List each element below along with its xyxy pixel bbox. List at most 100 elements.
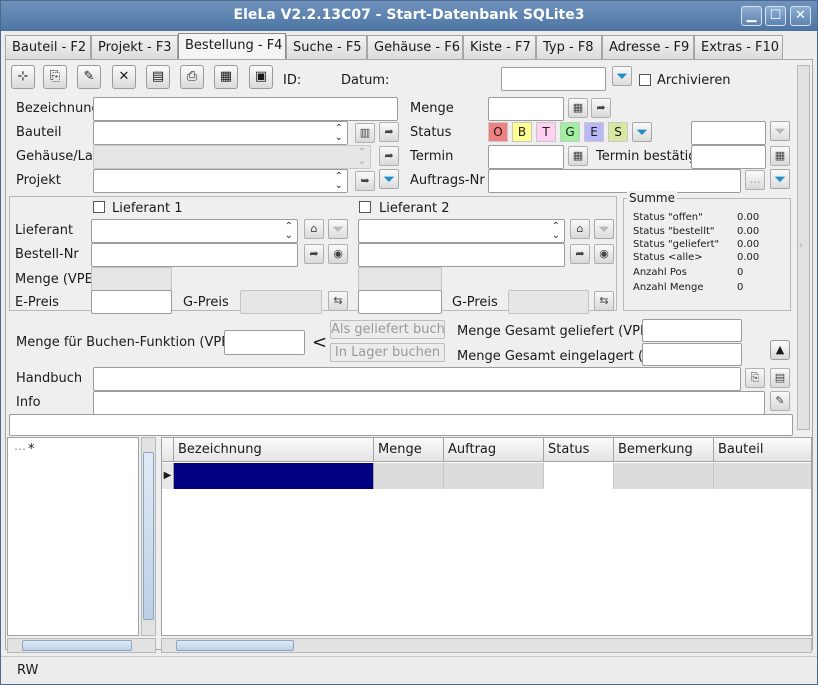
tab-kiste[interactable]: Kiste - F7: [463, 35, 536, 59]
info-memo-field[interactable]: [9, 414, 793, 436]
collapse-up-button[interactable]: ▲: [770, 340, 790, 360]
delete-record-button[interactable]: ✕: [112, 65, 136, 89]
grid-cell-status[interactable]: [544, 463, 614, 489]
window-title: EleLa V2.2.13C07 - Start-Datenbank SQLit…: [233, 7, 585, 23]
calculator-icon[interactable]: ▦: [568, 98, 588, 118]
tab-projekt[interactable]: Projekt - F3: [91, 35, 178, 59]
grid-col-bezeichnung[interactable]: Bezeichnung: [174, 438, 374, 462]
datum-field[interactable]: [501, 67, 606, 91]
bestell-nr2-web-icon[interactable]: ◉: [594, 244, 614, 264]
termin-calendar-icon[interactable]: ▦: [568, 146, 588, 166]
copy-record-button[interactable]: ⎘: [43, 65, 67, 89]
bauteil-combo[interactable]: ⌃ ⌄: [93, 121, 348, 145]
print-button[interactable]: ⎙: [180, 65, 204, 89]
lieferant2-combo[interactable]: ⌃ ⌄: [358, 219, 565, 243]
auftrags-nr-more-button[interactable]: …: [745, 170, 765, 190]
termin-bestaetigt-calendar-icon[interactable]: ▦: [770, 146, 790, 166]
tree-root-item[interactable]: *: [28, 442, 35, 457]
tab-typ[interactable]: Typ - F8: [536, 35, 602, 59]
data-grid[interactable]: Bezeichnung Menge Auftrag Status Bemerku…: [161, 437, 812, 636]
tree-view[interactable]: ⋯ *: [7, 437, 139, 636]
projekt-combo[interactable]: ⌃ ⌄: [93, 169, 348, 193]
tab-adresse[interactable]: Adresse - F9: [602, 35, 694, 59]
termin-field[interactable]: [488, 145, 564, 169]
grid-col-auftrag[interactable]: Auftrag: [444, 438, 544, 462]
archive-button[interactable]: ▣: [249, 65, 273, 89]
status-g-button[interactable]: G: [560, 122, 580, 142]
projekt-filter-icon[interactable]: ⏷: [379, 169, 399, 189]
als-geliefert-buchen-button[interactable]: Als geliefert buchen: [330, 320, 445, 339]
new-record-button[interactable]: ⊹: [11, 65, 35, 89]
menge-goto-icon[interactable]: ➦: [591, 98, 611, 118]
tree-vscrollbar[interactable]: [141, 437, 156, 636]
calc-preis1-icon[interactable]: ⇆: [328, 291, 348, 311]
handbuch-open-icon[interactable]: ▤: [770, 368, 790, 388]
tab-gehaeuse[interactable]: Gehäuse - F6: [367, 35, 463, 59]
tree-vscroll-thumb[interactable]: [143, 452, 154, 620]
status-o-button[interactable]: O: [488, 122, 508, 142]
info-edit-icon[interactable]: ✎: [770, 391, 790, 411]
lieferant1-checkbox[interactable]: [93, 201, 105, 213]
in-lager-buchen-button[interactable]: In Lager buchen: [330, 343, 445, 362]
status-filter-icon[interactable]: ⏷: [632, 122, 652, 142]
auftrags-nr-field[interactable]: [488, 169, 741, 193]
gesamt-geliefert-field[interactable]: [642, 319, 742, 342]
tab-extras[interactable]: Extras - F10: [694, 35, 783, 59]
tree-hscrollbar[interactable]: [7, 638, 156, 653]
info-field[interactable]: [93, 391, 765, 415]
grid-col-status[interactable]: Status: [544, 438, 614, 462]
status-t-button[interactable]: T: [536, 122, 556, 142]
lieferant1-combo[interactable]: ⌃ ⌄: [91, 219, 298, 243]
status-e-button[interactable]: E: [584, 122, 604, 142]
calc-preis2-icon[interactable]: ⇆: [594, 291, 614, 311]
menge-buchen-field[interactable]: [224, 330, 305, 355]
grid-cell-auftrag[interactable]: [444, 463, 544, 489]
edit-record-button[interactable]: ✎: [77, 65, 101, 89]
close-button[interactable]: ✕: [790, 6, 811, 26]
bestell-nr2-goto-icon[interactable]: ➦: [570, 244, 590, 264]
row-indicator-icon[interactable]: ▶: [162, 463, 174, 489]
e-preis2-field[interactable]: [358, 290, 442, 314]
export-button[interactable]: ▦: [214, 65, 238, 89]
bezeichnung-field[interactable]: [93, 97, 398, 121]
tab-bauteil[interactable]: Bauteil - F2: [5, 35, 91, 59]
gehaeuse-goto-icon[interactable]: ➦: [379, 146, 399, 166]
grid-hscrollbar[interactable]: [161, 638, 812, 653]
bauteil-goto-icon[interactable]: ➦: [379, 122, 399, 142]
bauteil-lookup-icon[interactable]: ▥: [355, 123, 375, 143]
grid-col-menge[interactable]: Menge: [374, 438, 444, 462]
archivieren-checkbox[interactable]: [639, 74, 651, 86]
bestell-nr1-field[interactable]: [91, 243, 298, 267]
lieferant1-home-icon[interactable]: ⌂: [304, 219, 324, 239]
menge-field[interactable]: [488, 97, 564, 121]
minimize-button[interactable]: ▁: [741, 6, 762, 26]
grid-col-bauteil[interactable]: Bauteil: [714, 438, 811, 462]
datum-filter-icon[interactable]: ⏷: [612, 66, 632, 86]
grid-cell-bauteil[interactable]: [714, 463, 811, 489]
tree-hscroll-thumb[interactable]: [22, 640, 132, 651]
bestell-nr1-goto-icon[interactable]: ➦: [304, 244, 324, 264]
grid-cell-menge[interactable]: [374, 463, 444, 489]
grid-cell-bemerkung[interactable]: [614, 463, 714, 489]
bestell-nr1-web-icon[interactable]: ◉: [328, 244, 348, 264]
e-preis1-field[interactable]: [91, 290, 172, 314]
tab-suche[interactable]: Suche - F5: [286, 35, 367, 59]
lieferant2-checkbox[interactable]: [359, 201, 371, 213]
grid-cell-bezeichnung[interactable]: [174, 463, 374, 489]
status-b-button[interactable]: B: [512, 122, 532, 142]
grid-col-bemerkung[interactable]: Bemerkung: [614, 438, 714, 462]
lieferant2-home-icon[interactable]: ⌂: [570, 219, 590, 239]
projekt-goto-icon[interactable]: ➥: [355, 171, 375, 191]
bestell-nr2-field[interactable]: [358, 243, 565, 267]
gesamt-eingelagert-field[interactable]: [642, 343, 742, 366]
handbuch-field[interactable]: [93, 367, 741, 391]
auftrags-nr-filter-icon[interactable]: ⏷: [770, 169, 790, 189]
paste-button[interactable]: ▤: [146, 65, 170, 89]
maximize-button[interactable]: ☐: [765, 6, 786, 26]
handbuch-copy-icon[interactable]: ⎘: [745, 368, 765, 388]
tab-bestellung[interactable]: Bestellung - F4: [178, 33, 286, 60]
termin-bestaetigt-field[interactable]: [691, 145, 766, 169]
grid-hscroll-thumb[interactable]: [176, 640, 294, 651]
status-s-button[interactable]: S: [608, 122, 628, 142]
status-filter-field[interactable]: [691, 121, 766, 145]
